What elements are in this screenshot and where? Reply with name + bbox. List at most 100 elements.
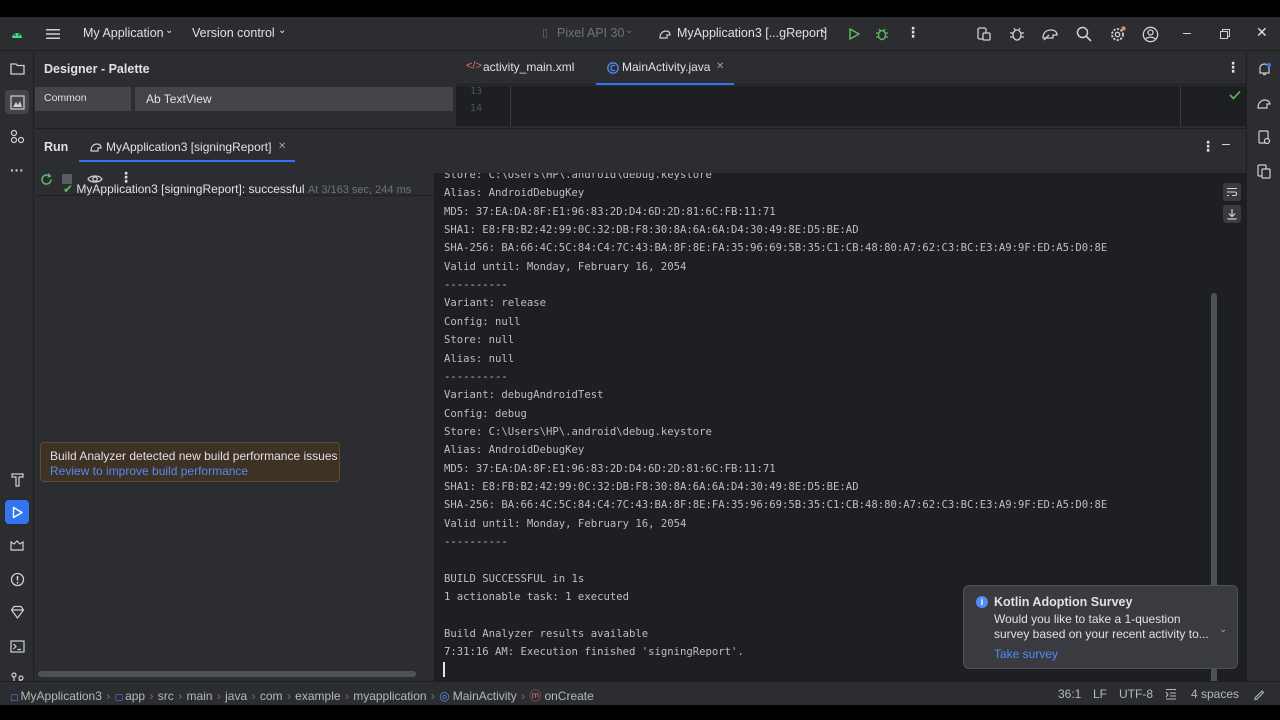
run-tool-icon[interactable] [5,500,29,524]
chevron-down-icon[interactable]: ⌄ [820,25,828,36]
build-hammer-icon[interactable] [5,467,29,491]
gradle-icon [89,140,103,154]
account-icon[interactable] [1141,25,1159,43]
balloon-link[interactable]: Review to improve build performance [50,464,248,478]
sync-icon[interactable] [1041,25,1059,43]
palette-item-textview[interactable]: Ab TextView [146,92,212,106]
more-actions-icon[interactable]: ⋮ [906,24,920,41]
title-bar: My Application ⌄ Version control ⌄ ▯ Pix… [0,17,1280,51]
structure-icon[interactable] [5,124,29,148]
breadcrumb-item[interactable]: myapplication [353,689,426,703]
console-line: MD5: 37:EA:DA:8F:E1:96:83:2D:D4:6D:2D:81… [444,205,776,218]
java-class-icon [606,61,620,75]
gradle-tool-icon[interactable] [1252,91,1276,115]
breadcrumb-separator-icon: › [427,689,439,703]
debug-icon[interactable] [874,26,890,42]
breadcrumb-item[interactable]: main [186,689,212,703]
console-line: Variant: release [444,297,547,310]
resource-manager-icon[interactable] [5,90,29,114]
tab-main-activity-java[interactable]: MainActivity.java [622,60,710,74]
breadcrumb-item[interactable]: app [125,689,145,703]
project-folder-icon[interactable] [5,56,29,80]
chevron-down-icon[interactable]: ⌄ [625,25,633,36]
console-line: Valid until: Monday, February 16, 2054 [444,260,687,273]
expand-chevron-icon[interactable]: ⌄ [1219,624,1227,635]
chevron-down-icon[interactable]: ⌄ [165,25,173,36]
console-line: ---------- [444,536,508,548]
breadcrumb-item[interactable]: src [158,689,174,703]
file-encoding[interactable]: UTF-8 [1119,687,1153,701]
rerun-icon[interactable] [38,171,54,187]
tree-item-status: successful [248,182,305,196]
palette-category-common[interactable]: Common [44,92,87,104]
console-line: Config: null [444,315,521,328]
hide-panel-icon[interactable]: – [1222,135,1230,151]
tab-options-icon[interactable]: ⋮ [1226,59,1240,76]
build-tree-item[interactable]: ✔ MyApplication3 [signingReport]: succes… [63,182,411,196]
tree-item-duration: 3 sec, 244 ms [342,184,412,196]
read-write-lock-icon[interactable] [1252,687,1266,701]
active-tab-indicator [596,83,734,85]
running-devices-icon[interactable] [1252,159,1276,183]
survey-text-line1: Would you like to take a 1-question [994,612,1181,626]
device-manager-icon[interactable] [975,25,993,43]
inspection-ok-icon[interactable] [1228,88,1242,102]
designer-title: Designer - Palette [44,62,150,76]
search-icon[interactable] [1075,25,1093,43]
method-icon: ⓜ [529,689,542,703]
console-line: MD5: 37:EA:DA:8F:E1:96:83:2D:D4:6D:2D:81… [444,462,776,475]
balloon-title: Build Analyzer detected new build perfor… [50,449,338,463]
tree-item-time: At 3/16 [307,184,343,196]
main-menu-icon[interactable] [44,25,62,43]
breadcrumb-item[interactable]: java [225,689,247,703]
close-run-tab-icon[interactable]: ✕ [278,141,286,152]
minimize-icon[interactable]: – [1183,24,1191,40]
restore-icon[interactable] [1219,28,1231,40]
chevron-down-icon[interactable]: ⌄ [278,25,286,36]
notifications-icon[interactable] [1252,57,1276,81]
tree-item-name: MyApplication3 [signingReport]: [76,182,246,196]
gutter-divider [510,86,511,126]
device-selector[interactable]: Pixel API 30 [557,26,624,40]
soft-wrap-icon[interactable] [1223,183,1241,201]
breadcrumb-item[interactable]: MainActivity [453,689,517,703]
editor-tab-bar: </> activity_main.xml MainActivity.java … [456,51,1246,85]
console-line: Alias: null [444,352,515,365]
success-check-icon: ✔ [63,182,74,196]
take-survey-link[interactable]: Take survey [994,647,1058,661]
tree-horizontal-scrollbar[interactable] [38,671,416,677]
breadcrumb-item[interactable]: example [295,689,340,703]
breadcrumb-item[interactable]: MyApplication3 [21,689,102,703]
breadcrumb-item[interactable]: com [260,689,283,703]
logcat-icon[interactable] [5,534,29,558]
left-tool-strip: ··· [0,51,34,687]
run-config-selector[interactable]: MyApplication3 [...gReport] [677,26,827,40]
app-quality-icon[interactable] [5,600,29,624]
console-line: Alias: AndroidDebugKey [444,444,585,457]
problems-icon[interactable] [5,567,29,591]
run-options-icon[interactable]: ⋮ [1201,138,1215,155]
vcs-menu[interactable]: Version control [192,26,275,40]
breadcrumb-item[interactable]: onCreate [544,689,593,703]
tab-activity-main-xml[interactable]: activity_main.xml [483,60,574,74]
device-file-icon[interactable] [1252,125,1276,149]
run-icon[interactable] [846,26,862,42]
console-line: SHA1: E8:FB:B2:42:99:0C:32:DB:F8:30:8A:6… [444,224,859,237]
project-selector[interactable]: My Application [83,26,164,40]
scroll-to-end-icon[interactable] [1223,205,1241,223]
gradle-icon [658,27,672,41]
caret-position[interactable]: 36:1 [1058,687,1081,701]
line-separator[interactable]: LF [1093,687,1107,701]
terminal-icon[interactable] [5,634,29,658]
settings-icon[interactable] [1108,25,1126,43]
close-window-icon[interactable]: ✕ [1256,24,1268,41]
text-caret [443,662,445,678]
close-tab-icon[interactable]: ✕ [716,61,724,72]
run-tab-label[interactable]: MyApplication3 [signingReport] [106,140,271,154]
indent-setting[interactable]: 4 spaces [1191,687,1239,701]
ide-window: My Application ⌄ Version control ⌄ ▯ Pix… [0,17,1280,705]
code-editor[interactable]: 13 14 [456,86,1246,126]
more-tools-icon[interactable]: ··· [5,158,29,182]
bug-icon[interactable] [1008,25,1026,43]
right-margin-guide [1180,86,1181,126]
